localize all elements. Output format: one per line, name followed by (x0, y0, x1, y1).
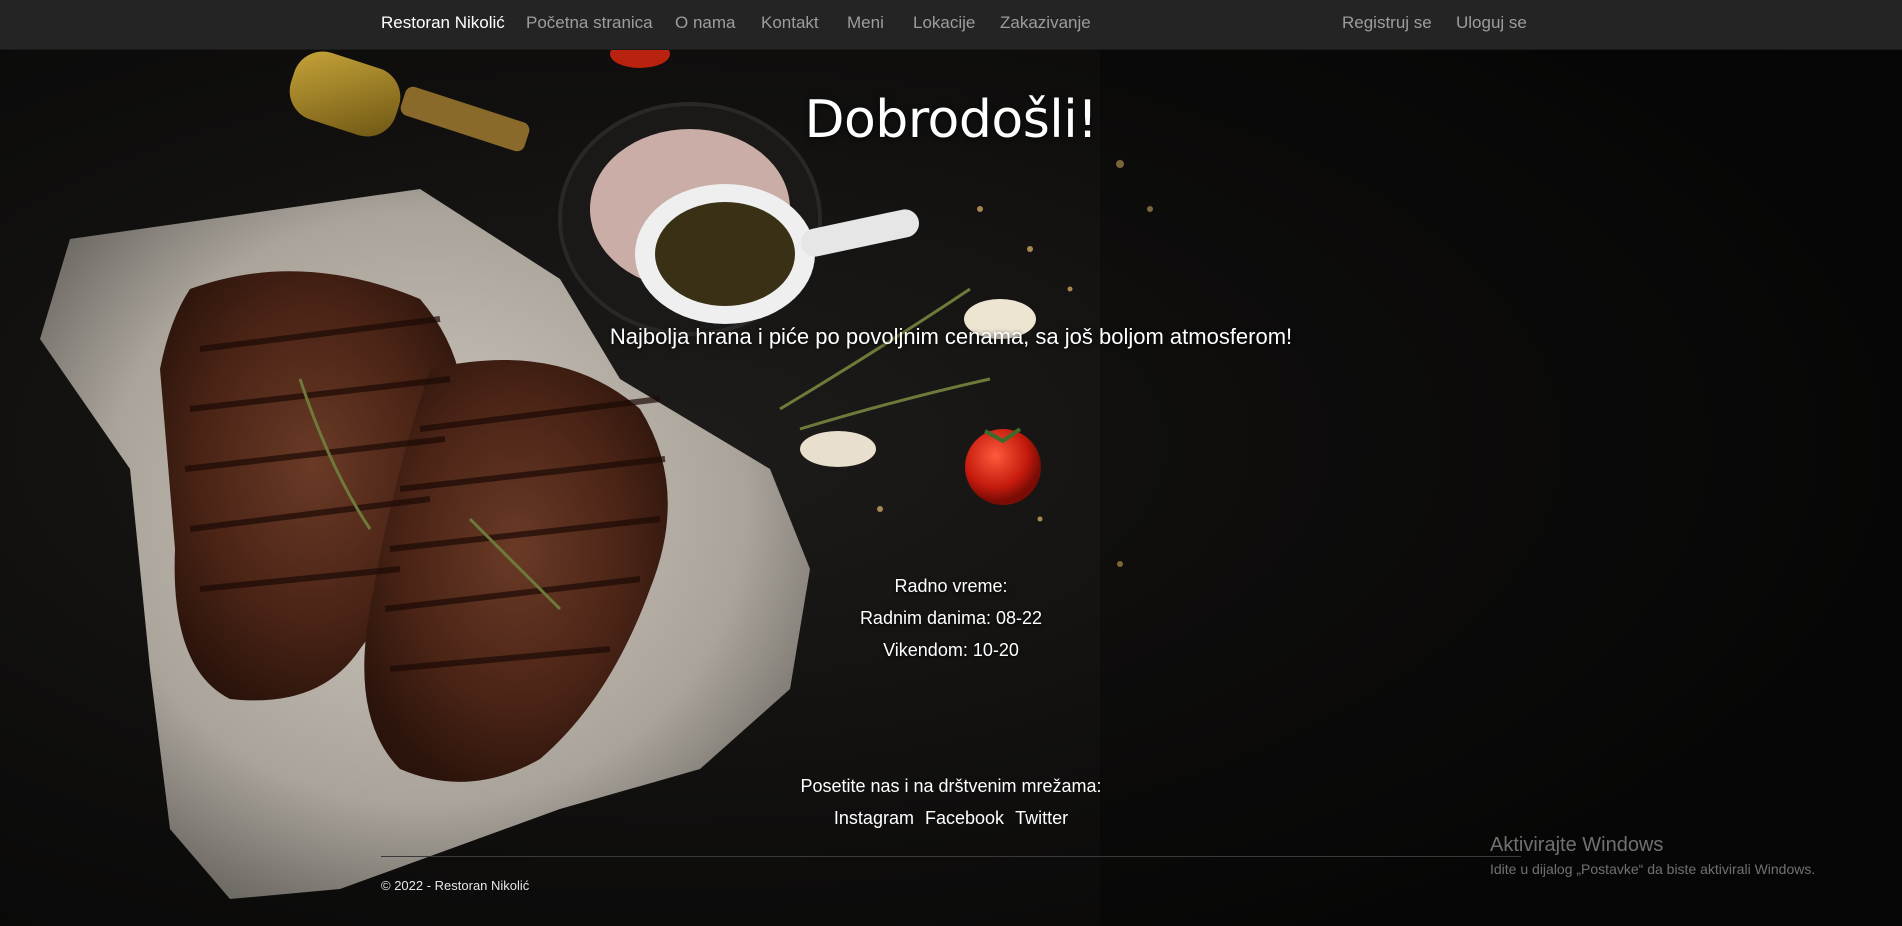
windows-activation-watermark: Aktivirajte Windows Idite u dijalog „Pos… (1490, 834, 1815, 877)
nav-link-contact[interactable]: Kontakt (761, 13, 819, 33)
footer-copyright: © 2022 - Restoran Nikolić (381, 878, 530, 893)
nav-link-home[interactable]: Početna stranica (526, 13, 653, 33)
instagram-link[interactable]: Instagram (834, 808, 914, 828)
watermark-title: Aktivirajte Windows (1490, 834, 1664, 856)
footer-divider (381, 856, 1521, 857)
opening-hours: Radno vreme: Radnim danima: 08-22 Vikend… (0, 570, 1902, 666)
nav-link-menu[interactable]: Meni (847, 13, 884, 33)
nav-link-about[interactable]: O nama (675, 13, 735, 33)
main-content: Dobrodošli! Najbolja hrana i piće po pov… (0, 0, 1902, 926)
hours-weekend: Vikendom: 10-20 (883, 640, 1019, 660)
brand-link[interactable]: Restoran Nikolić (381, 13, 505, 33)
nav-link-register[interactable]: Registruj se (1342, 13, 1432, 33)
watermark-subtitle: Idite u dijalog „Postavke“ da biste akti… (1490, 861, 1816, 877)
social-links: Instagram Facebook Twitter (0, 808, 1902, 829)
twitter-link[interactable]: Twitter (1015, 808, 1068, 828)
facebook-link[interactable]: Facebook (925, 808, 1004, 828)
nav-link-login[interactable]: Uloguj se (1456, 13, 1527, 33)
hero-subtitle: Najbolja hrana i piće po povoljnim cenam… (609, 324, 1293, 349)
page-title: Dobrodošli! (804, 90, 1098, 150)
top-navbar: Restoran Nikolić Početna stranica O nama… (0, 0, 1902, 50)
nav-link-locations[interactable]: Lokacije (913, 13, 975, 33)
social-heading: Posetite nas i na drštvenim mrežama: (800, 776, 1102, 796)
nav-link-booking[interactable]: Zakazivanje (1000, 13, 1091, 33)
hours-weekdays: Radnim danima: 08-22 (859, 608, 1043, 628)
hours-label: Radno vreme: (894, 576, 1008, 596)
